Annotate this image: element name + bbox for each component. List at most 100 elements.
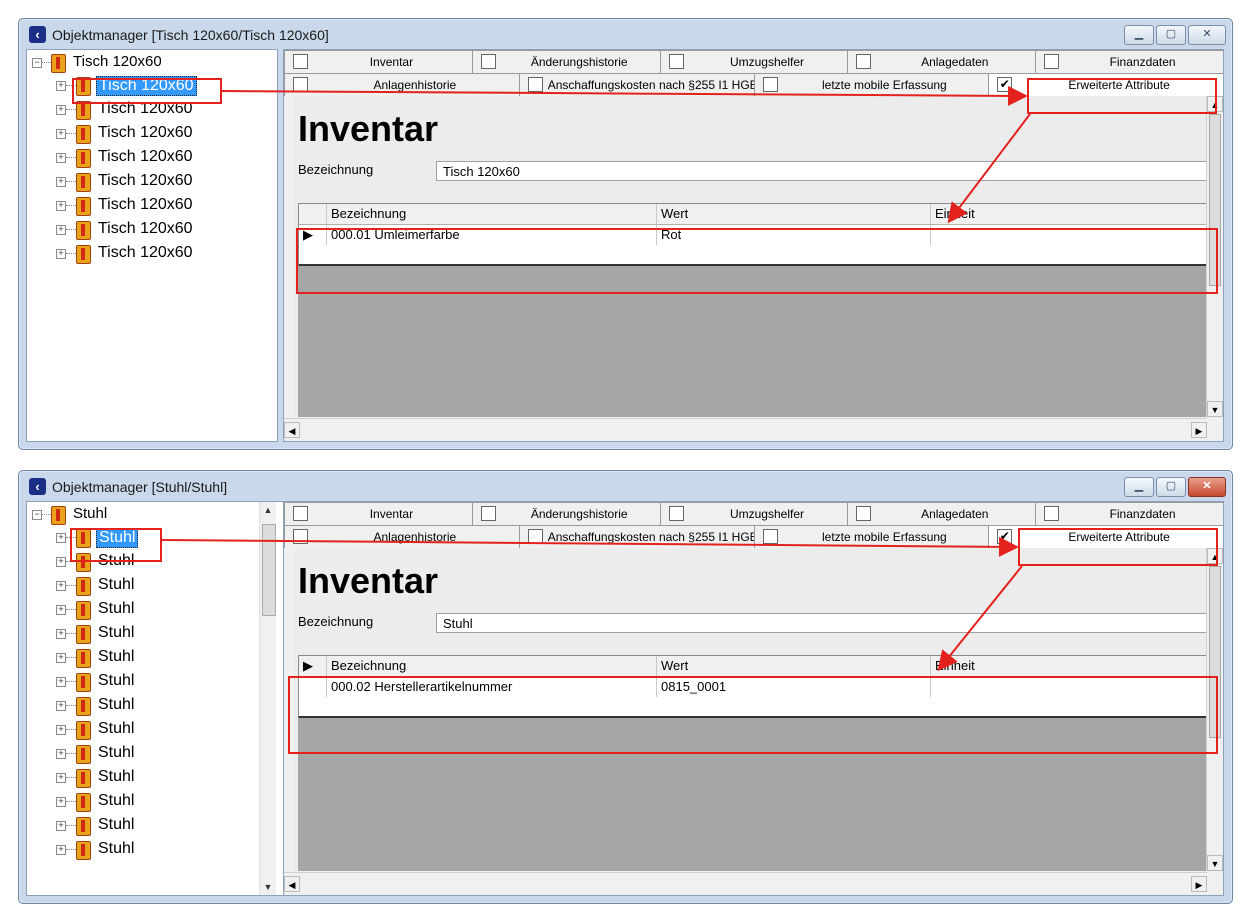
tree-node-label[interactable]: Stuhl	[71, 505, 109, 522]
tab-inventar[interactable]: Inventar	[284, 50, 473, 73]
grid-column-header[interactable]: Bezeichnung	[327, 204, 657, 224]
title-bar[interactable]: ‹ Objektmanager [Tisch 120x60/Tisch 120x…	[19, 19, 1232, 49]
tab-checkbox[interactable]	[293, 506, 308, 521]
expand-icon[interactable]: +	[56, 153, 66, 163]
tab-checkbox[interactable]	[1044, 54, 1060, 69]
scroll-down-icon[interactable]: ▼	[260, 879, 276, 895]
scroll-down-icon[interactable]: ▼	[1207, 855, 1223, 871]
tab-checkbox[interactable]	[668, 506, 684, 521]
scroll-right-icon[interactable]: ▶	[1191, 422, 1207, 438]
tree-scrollbar[interactable]: ▲ ▼	[259, 502, 276, 895]
object-tree[interactable]: − Tisch 120x60 + Tisch 120x60 + Tisch 120x60 +…	[26, 49, 278, 442]
tab-checkbox[interactable]	[762, 529, 778, 544]
tree-node-label[interactable]: Stuhl	[96, 792, 136, 810]
expand-icon[interactable]: +	[56, 629, 66, 639]
scroll-thumb[interactable]	[262, 524, 276, 616]
expand-icon[interactable]: +	[56, 225, 66, 235]
expand-icon[interactable]: +	[56, 605, 66, 615]
tree-node-label[interactable]: Tisch 120x60	[96, 244, 195, 262]
tree-node-label[interactable]: Stuhl	[96, 744, 136, 762]
tree-node-label[interactable]: Stuhl	[96, 576, 136, 594]
grid-column-header[interactable]: Wert	[657, 656, 931, 676]
tab-anlagenhistorie[interactable]: Anlagenhistorie	[284, 525, 520, 548]
expand-icon[interactable]: +	[56, 81, 66, 91]
tree-node-label[interactable]: Tisch 120x60	[71, 53, 164, 70]
expand-icon[interactable]: +	[56, 821, 66, 831]
tab-anschaffungskosten-nach-255-i1-hgb[interactable]: Anschaffungskosten nach §255 I1 HGB	[518, 525, 758, 548]
expand-icon[interactable]: +	[56, 653, 66, 663]
scroll-left-icon[interactable]: ◀	[284, 876, 300, 892]
expand-icon[interactable]: +	[56, 177, 66, 187]
grid-column-header[interactable]: Einheit	[931, 656, 1223, 676]
expand-icon[interactable]: +	[56, 581, 66, 591]
bezeichnung-input[interactable]: Tisch 120x60	[436, 161, 1223, 181]
tab-umzugshelfer[interactable]: Umzugshelfer	[659, 50, 849, 73]
expand-icon[interactable]: +	[56, 129, 66, 139]
collapse-icon[interactable]: −	[32, 510, 42, 520]
expand-icon[interactable]: +	[56, 701, 66, 711]
tab-letzte-mobile-erfassung[interactable]: letzte mobile Erfassung	[753, 73, 990, 96]
tab-finanzdaten[interactable]: Finanzdaten	[1035, 50, 1223, 73]
minimize-button[interactable]: ▁	[1124, 477, 1154, 497]
maximize-button[interactable]: ▢	[1156, 477, 1186, 497]
expand-icon[interactable]: +	[56, 725, 66, 735]
expand-icon[interactable]: +	[56, 773, 66, 783]
expand-icon[interactable]: +	[56, 677, 66, 687]
tab-checkbox[interactable]: ✔	[997, 77, 1013, 92]
grid-column-header[interactable]: Einheit	[931, 204, 1223, 224]
tab-anschaffungskosten-nach-255-i1-hgb[interactable]: Anschaffungskosten nach §255 I1 HGB	[518, 73, 758, 96]
tab-checkbox[interactable]	[293, 54, 308, 69]
tree-node-label[interactable]: Tisch 120x60	[96, 196, 195, 214]
tab--nderungshistorie[interactable]: Änderungshistorie	[471, 50, 661, 73]
scroll-right-icon[interactable]: ▶	[1191, 876, 1207, 892]
tab-checkbox[interactable]	[1044, 506, 1060, 521]
tab-anlagedaten[interactable]: Anlagedaten	[847, 50, 1037, 73]
tree-node-label[interactable]: Stuhl	[96, 768, 136, 786]
horizontal-scrollbar[interactable]: ◀ ▶	[284, 418, 1207, 441]
tree-node-label[interactable]: Tisch 120x60	[96, 124, 195, 142]
maximize-button[interactable]: ▢	[1156, 25, 1186, 45]
bezeichnung-input[interactable]: Stuhl	[436, 613, 1223, 633]
tree-node-label[interactable]: Stuhl	[96, 816, 136, 834]
tab-letzte-mobile-erfassung[interactable]: letzte mobile Erfassung	[753, 525, 990, 548]
tree-node-label[interactable]: Stuhl	[96, 600, 136, 618]
tab-inventar[interactable]: Inventar	[284, 502, 473, 525]
tab-checkbox[interactable]	[527, 529, 543, 544]
tree-node-label[interactable]: Stuhl	[96, 672, 136, 690]
tab-checkbox[interactable]	[762, 77, 778, 92]
expand-icon[interactable]: +	[56, 201, 66, 211]
scroll-left-icon[interactable]: ◀	[284, 422, 300, 438]
tree-node-label[interactable]: Tisch 120x60	[96, 172, 195, 190]
tree-node-label[interactable]: Tisch 120x60	[96, 220, 195, 238]
tab-finanzdaten[interactable]: Finanzdaten	[1035, 502, 1223, 525]
tree-node-label[interactable]: Tisch 120x60	[96, 148, 195, 166]
tab-umzugshelfer[interactable]: Umzugshelfer	[659, 502, 849, 525]
tree-node-label[interactable]: Stuhl	[96, 696, 136, 714]
tree-node-label[interactable]: Stuhl	[96, 648, 136, 666]
close-button[interactable]: ✕	[1188, 25, 1226, 45]
tab-checkbox[interactable]	[856, 54, 872, 69]
close-button[interactable]: ✕	[1188, 477, 1226, 497]
grid-column-header[interactable]: Bezeichnung	[327, 656, 657, 676]
grid-column-header[interactable]: Wert	[657, 204, 931, 224]
collapse-icon[interactable]: −	[32, 58, 42, 68]
tab-checkbox[interactable]	[668, 54, 684, 69]
expand-icon[interactable]: +	[56, 557, 66, 567]
tab-anlagedaten[interactable]: Anlagedaten	[847, 502, 1037, 525]
tab-checkbox[interactable]	[856, 506, 872, 521]
tab-checkbox[interactable]	[527, 77, 543, 92]
scroll-down-icon[interactable]: ▼	[1207, 401, 1223, 417]
tree-node-label[interactable]: Stuhl	[96, 720, 136, 738]
expand-icon[interactable]: +	[56, 749, 66, 759]
expand-icon[interactable]: +	[56, 797, 66, 807]
minimize-button[interactable]: ▁	[1124, 25, 1154, 45]
tree-node-label[interactable]: Stuhl	[96, 624, 136, 642]
expand-icon[interactable]: +	[56, 845, 66, 855]
tab-checkbox[interactable]	[480, 54, 496, 69]
expand-icon[interactable]: +	[56, 105, 66, 115]
tree-node-label[interactable]: Stuhl	[96, 840, 136, 858]
tab-anlagenhistorie[interactable]: Anlagenhistorie	[284, 73, 520, 96]
expand-icon[interactable]: +	[56, 533, 66, 543]
tab-checkbox[interactable]: ✔	[997, 529, 1013, 544]
tab--nderungshistorie[interactable]: Änderungshistorie	[471, 502, 661, 525]
